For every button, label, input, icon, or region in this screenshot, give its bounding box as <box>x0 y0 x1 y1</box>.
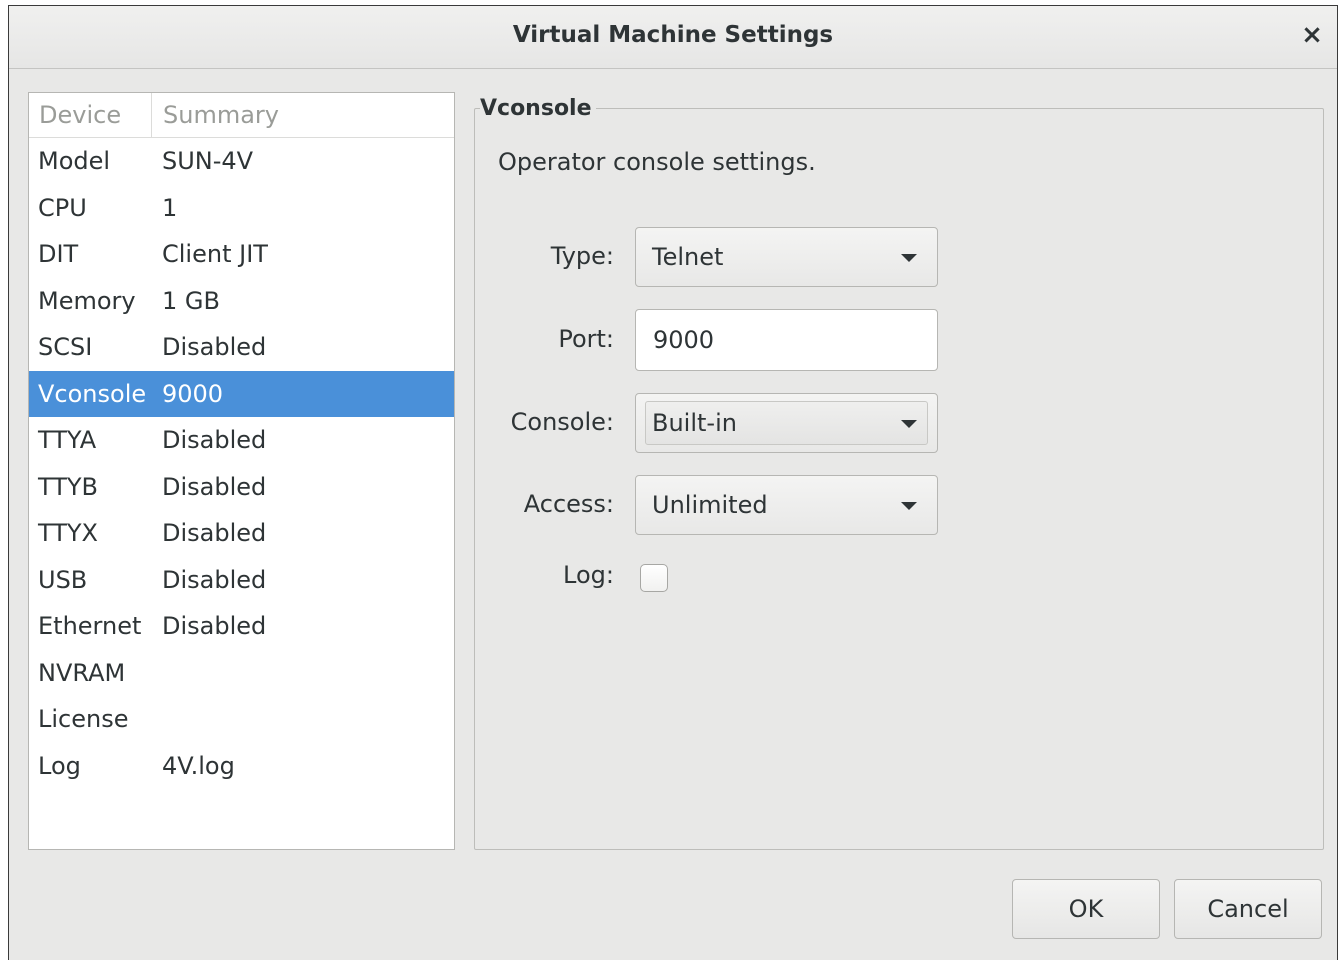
device-row[interactable]: DIT Client JIT <box>29 231 454 277</box>
column-header-summary[interactable]: Summary <box>153 93 453 137</box>
device-row[interactable]: Log 4V.log <box>29 743 454 789</box>
device-row[interactable]: USB Disabled <box>29 557 454 603</box>
device-name: SCSI <box>38 333 93 361</box>
type-dropdown[interactable]: Telnet <box>635 227 938 287</box>
device-name: TTYB <box>38 472 99 501</box>
type-value: Telnet <box>652 243 724 271</box>
device-name: TTYX <box>38 519 98 547</box>
device-name: DIT <box>38 240 79 268</box>
title-bar: Virtual Machine Settings × <box>9 6 1337 69</box>
type-label: Type: <box>550 242 614 270</box>
device-row[interactable]: Vconsole 9000 <box>29 370 454 417</box>
device-summary: Disabled <box>162 333 267 361</box>
log-checkbox[interactable] <box>640 564 668 592</box>
device-name: Model <box>38 147 111 175</box>
device-summary: Disabled <box>162 519 267 547</box>
device-row[interactable]: TTYA Disabled <box>29 417 454 463</box>
device-list: Device Summary Model SUN-4V CPU 1 DIT Client … <box>28 92 455 850</box>
frame-title: Vconsole <box>480 96 596 121</box>
device-summary: 1 <box>162 193 178 222</box>
console-value: Built-in <box>652 409 737 437</box>
access-label: Access: <box>523 490 614 518</box>
device-summary: Disabled <box>162 426 267 454</box>
device-row[interactable]: CPU 1 <box>29 185 454 231</box>
device-name: Vconsole <box>38 379 147 408</box>
log-label: Log: <box>563 561 614 589</box>
device-name: NVRAM <box>38 658 126 687</box>
console-label: Console: <box>510 408 614 436</box>
close-icon[interactable]: × <box>1297 20 1327 50</box>
access-value: Unlimited <box>652 491 768 519</box>
device-row[interactable]: TTYX Disabled <box>29 510 454 556</box>
device-summary: 1 GB <box>162 286 220 315</box>
device-name: TTYA <box>38 426 97 454</box>
device-summary: Client JIT <box>162 240 268 268</box>
device-row[interactable]: Model SUN-4V <box>29 138 454 184</box>
device-name: USB <box>38 565 88 594</box>
triangle-down-icon <box>901 420 917 428</box>
dialog-title: Virtual Machine Settings <box>512 22 834 48</box>
device-summary: Disabled <box>162 612 267 640</box>
device-row[interactable]: SCSI Disabled <box>29 324 454 370</box>
console-dropdown-inner: Built-in <box>645 401 928 445</box>
settings-dialog: Virtual Machine Settings × Device Summar… <box>8 5 1338 960</box>
device-list-header: Device Summary <box>29 93 454 138</box>
port-input[interactable] <box>635 309 938 371</box>
device-name: License <box>38 705 129 733</box>
device-name: Ethernet <box>38 612 142 640</box>
device-row[interactable]: NVRAM <box>29 650 454 696</box>
console-dropdown[interactable]: Built-in <box>635 393 938 453</box>
column-header-device[interactable]: Device <box>29 93 152 137</box>
device-name: CPU <box>38 193 87 222</box>
device-row[interactable]: Ethernet Disabled <box>29 603 454 649</box>
device-row[interactable]: License <box>29 696 454 742</box>
ok-button[interactable]: OK <box>1012 879 1160 939</box>
device-row[interactable]: TTYB Disabled <box>29 464 454 510</box>
device-name: Log <box>38 751 81 780</box>
device-row[interactable]: Memory 1 GB <box>29 278 454 324</box>
device-summary: 4V.log <box>162 751 235 780</box>
access-dropdown[interactable]: Unlimited <box>635 475 938 535</box>
port-label: Port: <box>558 325 614 353</box>
device-summary: Disabled <box>162 565 267 594</box>
device-name: Memory <box>38 286 136 315</box>
device-summary: Disabled <box>162 472 267 501</box>
device-summary: SUN-4V <box>162 147 254 175</box>
triangle-down-icon <box>901 502 917 510</box>
panel-description: Operator console settings. <box>498 148 816 176</box>
device-summary: 9000 <box>162 379 224 408</box>
triangle-down-icon <box>901 254 917 262</box>
cancel-button[interactable]: Cancel <box>1174 879 1322 939</box>
